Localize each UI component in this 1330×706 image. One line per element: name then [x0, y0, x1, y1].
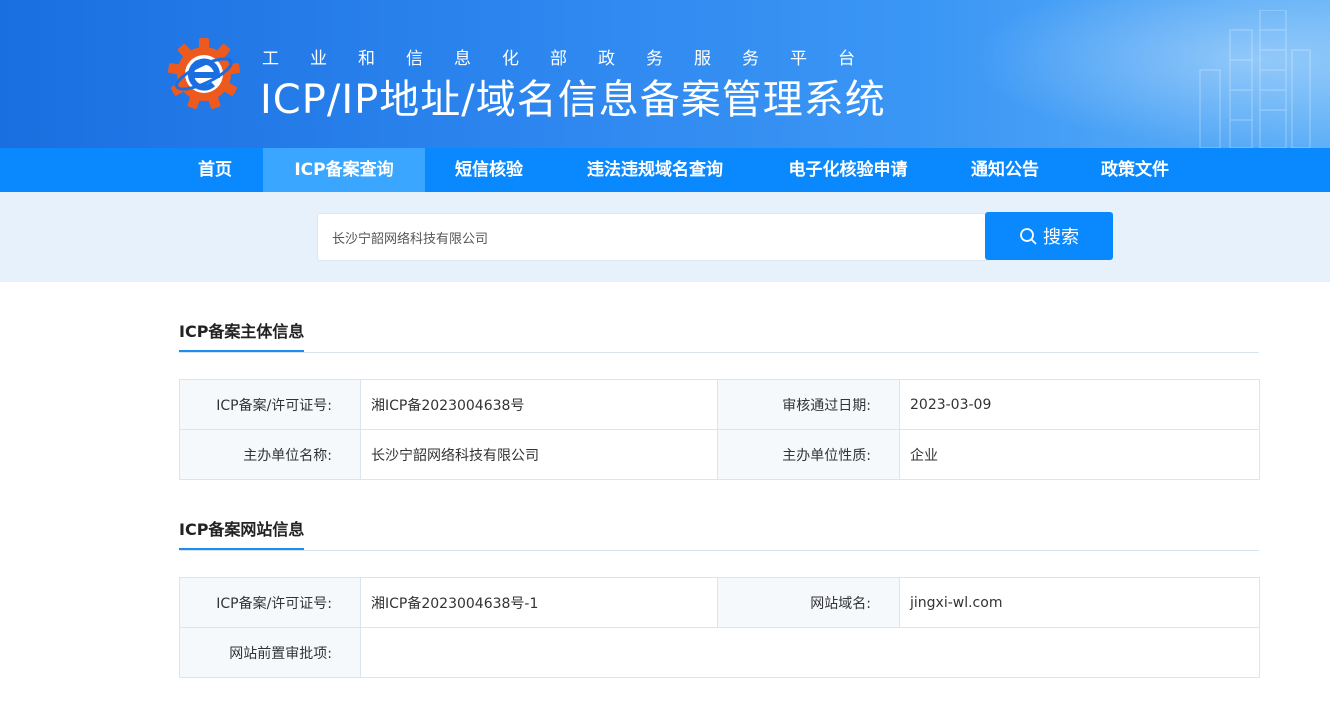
nav-item-illegal-domain[interactable]: 违法违规域名查询	[570, 148, 740, 192]
site-license-number-label: ICP备案/许可证号:	[179, 577, 361, 628]
table-row: ICP备案/许可证号: 湘ICP备2023004638号-1 网站域名: jin…	[179, 577, 1260, 628]
search-button[interactable]: 搜索	[985, 212, 1113, 260]
pre-approval-value	[360, 627, 1260, 678]
organizer-type-value: 企业	[899, 429, 1260, 480]
organizer-type-label: 主办单位性质:	[717, 429, 900, 480]
website-section-title: ICP备案网站信息	[179, 516, 305, 550]
subject-section-title: ICP备案主体信息	[179, 318, 305, 352]
section-divider	[179, 352, 1259, 353]
approval-date-value: 2023-03-09	[899, 379, 1260, 430]
nav-item-policies[interactable]: 政策文件	[1086, 148, 1184, 192]
nav-item-notices[interactable]: 通知公告	[956, 148, 1054, 192]
main-nav: 首页 ICP备案查询 短信核验 违法违规域名查询 电子化核验申请 通知公告 政策…	[0, 148, 1330, 192]
header-title: ICP/IP地址/域名信息备案管理系统	[260, 77, 886, 123]
search-band: 搜索	[0, 192, 1330, 282]
city-skyline-decoration	[1199, 10, 1311, 148]
table-row: 网站前置审批项:	[179, 627, 1260, 678]
nav-item-icp-query[interactable]: ICP备案查询	[263, 148, 425, 192]
website-info-table: ICP备案/许可证号: 湘ICP备2023004638号-1 网站域名: jin…	[179, 577, 1260, 678]
pre-approval-label: 网站前置审批项:	[179, 627, 361, 678]
license-number-label: ICP备案/许可证号:	[179, 379, 361, 430]
site-header: 工业和信息化部政务服务平台 ICP/IP地址/域名信息备案管理系统	[0, 0, 1330, 148]
site-domain-label: 网站域名:	[717, 577, 900, 628]
header-subtitle: 工业和信息化部政务服务平台	[262, 49, 886, 69]
nav-item-sms-verify[interactable]: 短信核验	[440, 148, 538, 192]
search-input[interactable]	[317, 213, 987, 261]
organizer-name-value: 长沙宁韶网络科技有限公司	[360, 429, 718, 480]
miit-logo-icon	[167, 38, 241, 109]
site-license-number-value: 湘ICP备2023004638号-1	[360, 577, 718, 628]
table-row: 主办单位名称: 长沙宁韶网络科技有限公司 主办单位性质: 企业	[179, 429, 1260, 480]
site-domain-value: jingxi-wl.com	[899, 577, 1260, 628]
table-row: ICP备案/许可证号: 湘ICP备2023004638号 审核通过日期: 202…	[179, 379, 1260, 430]
nav-item-electronic-verify[interactable]: 电子化核验申请	[772, 148, 924, 192]
nav-item-home[interactable]: 首页	[178, 148, 252, 192]
search-button-label: 搜索	[1043, 227, 1079, 248]
section-divider	[179, 550, 1259, 551]
search-icon	[1020, 228, 1037, 245]
subject-info-table: ICP备案/许可证号: 湘ICP备2023004638号 审核通过日期: 202…	[179, 379, 1260, 480]
approval-date-label: 审核通过日期:	[717, 379, 900, 430]
license-number-value: 湘ICP备2023004638号	[360, 379, 718, 430]
organizer-name-label: 主办单位名称:	[179, 429, 361, 480]
